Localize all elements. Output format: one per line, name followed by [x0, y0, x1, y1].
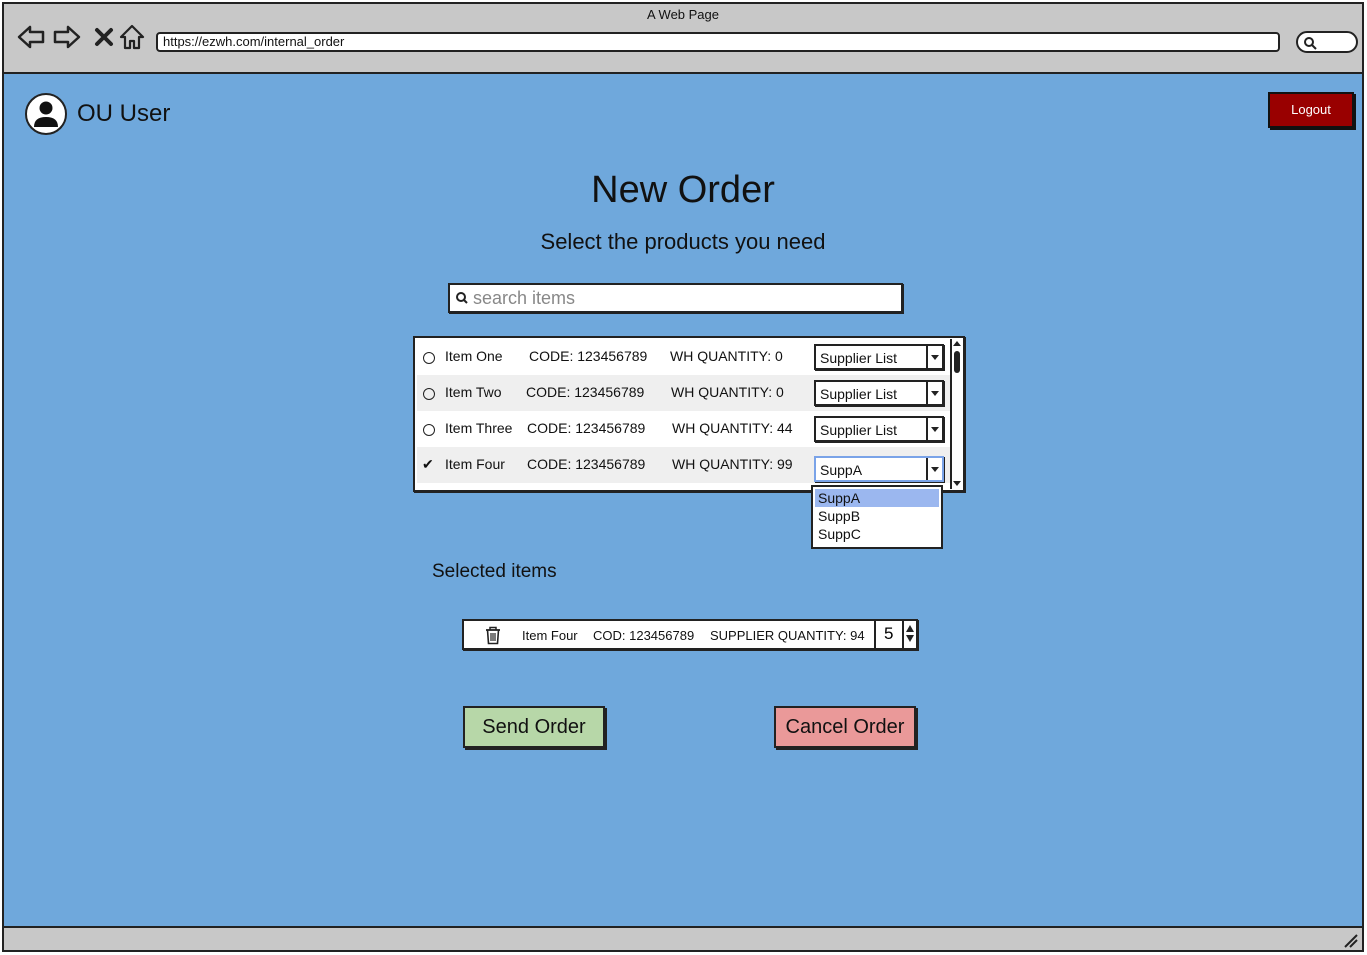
resize-grip-icon[interactable]: [1342, 932, 1358, 948]
chevron-down-icon[interactable]: [926, 458, 942, 480]
quantity-stepper[interactable]: 5: [874, 621, 916, 648]
chevron-down-icon[interactable]: [926, 382, 942, 404]
dropdown-option[interactable]: SuppC: [813, 525, 941, 543]
item-name: Item One: [445, 348, 503, 364]
item-code: CODE: 123456789: [527, 420, 646, 436]
window-title: A Web Page: [646, 7, 720, 22]
logout-button[interactable]: Logout: [1268, 92, 1354, 128]
supplier-dropdown-label: Supplier List: [820, 386, 898, 402]
status-bar: [4, 926, 1362, 950]
item-radio[interactable]: [423, 352, 435, 364]
browser-search-box[interactable]: [1296, 31, 1358, 53]
selected-item-name: Item Four: [522, 628, 578, 643]
send-order-button[interactable]: Send Order: [463, 706, 605, 748]
dropdown-option[interactable]: SuppB: [813, 507, 941, 525]
user-name: OU User: [77, 100, 171, 127]
item-name: Item Two: [445, 384, 502, 400]
address-bar[interactable]: https://ezwh.com/internal_order: [156, 32, 1280, 52]
supplier-dropdown[interactable]: Supplier List: [814, 416, 944, 442]
item-code: CODE: 123456789: [527, 456, 646, 472]
dropdown-option[interactable]: SuppA: [815, 489, 939, 507]
supplier-dropdown-menu: SuppA SuppB SuppC: [811, 485, 943, 549]
list-item[interactable]: Item One CODE: 123456789 WH QUANTITY: 0 …: [417, 339, 951, 375]
user-avatar-icon: [25, 93, 67, 135]
selected-item-supplier-quantity: SUPPLIER QUANTITY: 94: [710, 628, 865, 643]
quantity-value[interactable]: 5: [884, 624, 893, 644]
stepper-arrows[interactable]: [902, 621, 916, 648]
item-code: CODE: 123456789: [526, 384, 645, 400]
list-scrollbar[interactable]: [950, 339, 962, 489]
supplier-dropdown-label: SuppA: [820, 462, 863, 478]
list-item[interactable]: ✔ Item Four CODE: 123456789 WH QUANTITY:…: [417, 447, 951, 483]
item-name: Item Four: [445, 456, 505, 472]
list-item[interactable]: Item Three CODE: 123456789 WH QUANTITY: …: [417, 411, 951, 447]
item-radio[interactable]: [423, 388, 435, 400]
scroll-thumb[interactable]: [954, 351, 960, 373]
cancel-order-button[interactable]: Cancel Order: [774, 706, 916, 748]
supplier-dropdown-label: Supplier List: [820, 422, 898, 438]
item-wh-quantity: WH QUANTITY: 44: [672, 420, 793, 436]
browser-chrome: A Web Page https://ezwh.com/internal_ord…: [4, 4, 1362, 74]
scroll-up-icon[interactable]: [953, 339, 961, 349]
item-code: CODE: 123456789: [529, 348, 648, 364]
item-list: Item One CODE: 123456789 WH QUANTITY: 0 …: [413, 336, 965, 492]
item-radio[interactable]: [423, 424, 435, 436]
item-name: Item Three: [445, 420, 513, 436]
supplier-dropdown[interactable]: Supplier List: [814, 344, 944, 370]
supplier-dropdown[interactable]: Supplier List: [814, 380, 944, 406]
search-field[interactable]: [448, 283, 903, 313]
page-content: OU User Logout New Order Select the prod…: [4, 74, 1362, 928]
search-icon: [456, 292, 468, 304]
trash-icon[interactable]: [483, 625, 503, 645]
search-icon: [1304, 37, 1317, 50]
selected-item-code: COD: 123456789: [593, 628, 695, 643]
search-input[interactable]: [471, 286, 895, 310]
page-subtitle: Select the products you need: [540, 229, 826, 254]
browser-window: A Web Page https://ezwh.com/internal_ord…: [2, 2, 1364, 952]
chevron-down-icon[interactable]: [926, 418, 942, 440]
chevron-down-icon[interactable]: [926, 346, 942, 368]
back-icon[interactable]: [16, 22, 46, 52]
user-info: OU User: [24, 92, 170, 136]
item-wh-quantity: WH QUANTITY: 0: [671, 384, 784, 400]
item-wh-quantity: WH QUANTITY: 99: [672, 456, 793, 472]
supplier-dropdown[interactable]: SuppA: [814, 456, 944, 482]
stop-icon[interactable]: [89, 22, 119, 52]
supplier-dropdown-label: Supplier List: [820, 350, 898, 366]
selected-item-row: Item Four COD: 123456789 SUPPLIER QUANTI…: [462, 619, 918, 650]
page-title: New Order: [591, 169, 775, 211]
scroll-down-icon[interactable]: [953, 479, 961, 489]
home-icon[interactable]: [117, 22, 147, 52]
item-wh-quantity: WH QUANTITY: 0: [670, 348, 783, 364]
checkmark-icon[interactable]: ✔: [422, 456, 434, 473]
list-item[interactable]: Item Two CODE: 123456789 WH QUANTITY: 0 …: [417, 375, 951, 411]
selected-items-heading: Selected items: [432, 561, 557, 582]
forward-icon[interactable]: [52, 22, 82, 52]
